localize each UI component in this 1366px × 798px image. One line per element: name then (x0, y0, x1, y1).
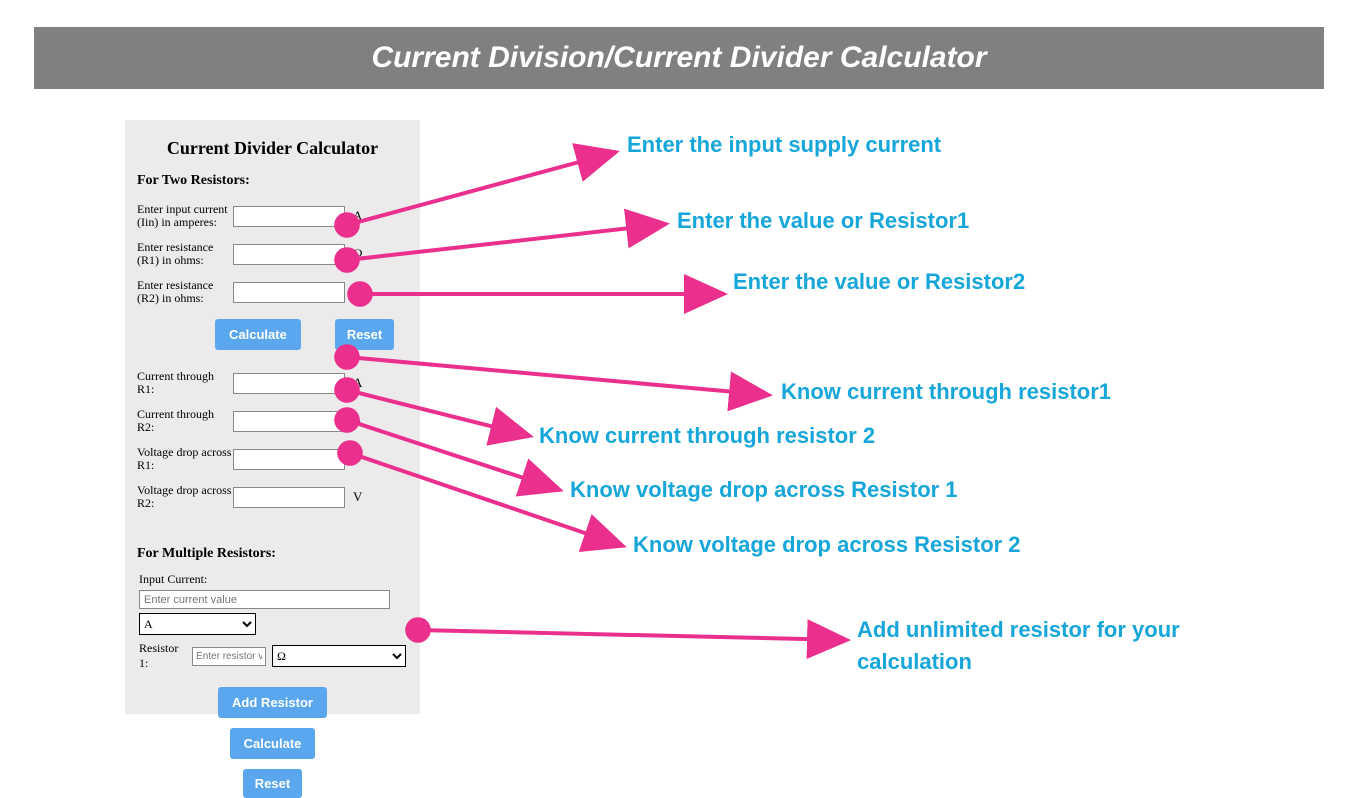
label-input-current: Enter input current (Iin) in amperes: (137, 203, 233, 229)
row-out-v2: Voltage drop across R2: V (125, 480, 420, 518)
multi-input-current-field[interactable] (139, 590, 390, 609)
unit-a: A (345, 208, 362, 224)
multi-reset-button[interactable]: Reset (243, 769, 302, 798)
unit-v: V (345, 489, 362, 505)
label-out-i2: Current through R2: (137, 408, 233, 434)
section-multi-resistors: For Multiple Resistors: (125, 546, 420, 572)
panel-title: Current Divider Calculator (125, 120, 420, 173)
annot-i2: Know current through resistor 2 (539, 422, 875, 450)
reset-button[interactable]: Reset (335, 319, 394, 350)
annot-add-resistor: Add unlimited resistor for yourcalculati… (857, 614, 1217, 678)
annot-i1: Know current through resistor1 (781, 378, 1111, 406)
page-banner: Current Division/Current Divider Calcula… (34, 27, 1324, 89)
row-out-v1: Voltage drop across R1: V (125, 442, 420, 480)
row-out-i2: Current through R2: A (125, 404, 420, 442)
label-out-i1: Current through R1: (137, 370, 233, 396)
unit-v: V (345, 451, 362, 467)
label-out-v1: Voltage drop across R1: (137, 446, 233, 472)
row-r2: Enter resistance (R2) in ohms: Ω (125, 275, 420, 313)
calculator-panel: Current Divider Calculator For Two Resis… (125, 120, 420, 714)
output-v2-field[interactable] (233, 487, 345, 508)
annot-r2: Enter the value or Resistor2 (733, 268, 1025, 296)
unit-a: A (345, 413, 362, 429)
input-r1-field[interactable] (233, 244, 345, 265)
input-current-field[interactable] (233, 206, 345, 227)
multi-current-unit-select[interactable]: A (139, 613, 256, 635)
row-r1: Enter resistance (R1) in ohms: Ω (125, 237, 420, 275)
label-multi-r1: Resistor 1: (139, 641, 186, 671)
input-r2-field[interactable] (233, 282, 345, 303)
row-out-i1: Current through R1: A (125, 366, 420, 404)
label-multi-input-current: Input Current: (139, 572, 406, 587)
label-r2: Enter resistance (R2) in ohms: (137, 279, 233, 305)
multi-r1-unit-select[interactable]: Ω (272, 645, 406, 667)
output-i2-field[interactable] (233, 411, 345, 432)
add-resistor-button[interactable]: Add Resistor (218, 687, 327, 718)
unit-ohm: Ω (345, 284, 363, 300)
row-input-current: Enter input current (Iin) in amperes: A (125, 199, 420, 237)
label-r1: Enter resistance (R1) in ohms: (137, 241, 233, 267)
output-i1-field[interactable] (233, 373, 345, 394)
multi-calculate-button[interactable]: Calculate (230, 728, 316, 759)
annot-input-current: Enter the input supply current (627, 131, 941, 159)
annot-v2: Know voltage drop across Resistor 2 (633, 531, 1021, 559)
unit-ohm: Ω (345, 246, 363, 262)
multi-r1-field[interactable] (192, 647, 266, 666)
calculate-button[interactable]: Calculate (215, 319, 301, 350)
section-two-resistors: For Two Resistors: (125, 173, 420, 199)
label-out-v2: Voltage drop across R2: (137, 484, 233, 510)
annot-r1: Enter the value or Resistor1 (677, 207, 969, 235)
unit-a: A (345, 375, 362, 391)
output-v1-field[interactable] (233, 449, 345, 470)
annot-v1: Know voltage drop across Resistor 1 (570, 476, 958, 504)
